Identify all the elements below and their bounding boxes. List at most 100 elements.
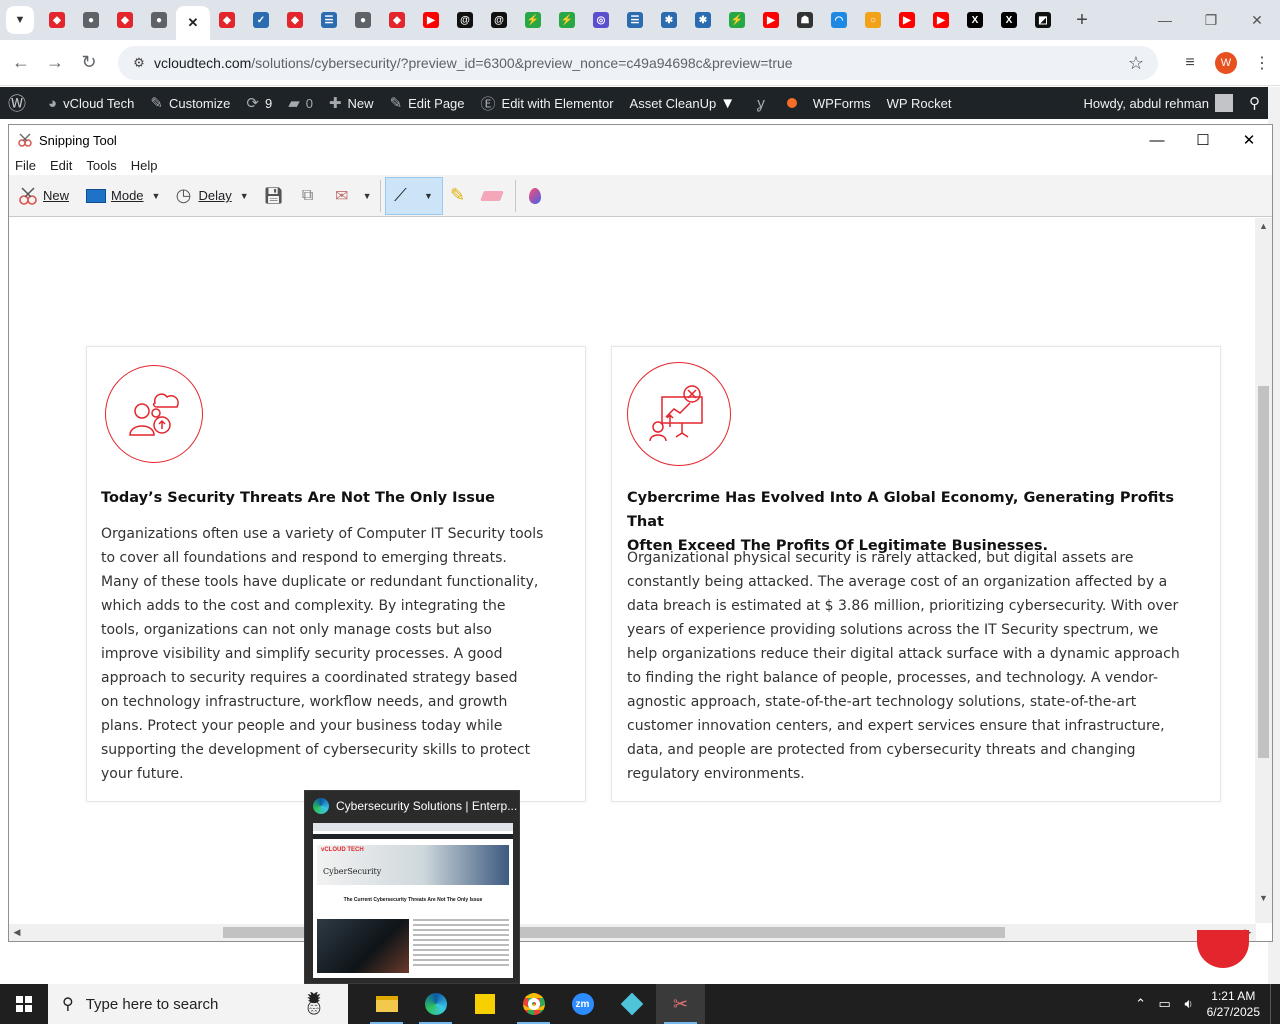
browser-tab[interactable]: ●: [142, 4, 176, 36]
browser-tab[interactable]: ☰: [312, 4, 346, 36]
delay-dropdown-icon[interactable]: ▼: [240, 191, 249, 201]
volume-icon[interactable]: 🔉︎: [1177, 996, 1201, 1012]
taskbar-search[interactable]: ⚲ Type here to search 🍍︎: [48, 984, 348, 1024]
browser-tab[interactable]: X: [958, 4, 992, 36]
save-button[interactable]: 💾︎: [259, 178, 293, 214]
wp-yoast-icon[interactable]: ỿ: [749, 87, 779, 119]
send-dropdown-icon[interactable]: ▼: [363, 191, 372, 201]
browser-tab[interactable]: ◩: [1026, 4, 1060, 36]
browser-tab[interactable]: ◆: [380, 4, 414, 36]
snip-horizontal-scrollbar[interactable]: ◀ ▶: [9, 924, 1256, 941]
menu-file[interactable]: File: [15, 158, 36, 173]
browser-tab[interactable]: ◆: [108, 4, 142, 36]
snip-minimize-button[interactable]: —: [1134, 125, 1180, 155]
scroll-thumb[interactable]: [1258, 386, 1269, 758]
wp-new[interactable]: ✚ New: [321, 87, 382, 119]
clock[interactable]: 1:21 AM 6/27/2025: [1207, 988, 1260, 1020]
browser-tab[interactable]: ▶: [924, 4, 958, 36]
restore-button[interactable]: ❐: [1188, 0, 1234, 40]
zoom-icon[interactable]: zm: [558, 984, 607, 1024]
wp-customize[interactable]: ✎ Customize: [142, 87, 238, 119]
scroll-up-icon[interactable]: ▲: [1255, 218, 1272, 234]
browser-tab[interactable]: ▶: [754, 4, 788, 36]
wp-status-dot[interactable]: [779, 87, 805, 119]
network-icon[interactable]: ▭: [1153, 996, 1177, 1012]
browser-tab[interactable]: ●: [74, 4, 108, 36]
snipping-tool-icon[interactable]: ✂: [656, 984, 705, 1024]
browser-tab[interactable]: ⚡: [550, 4, 584, 36]
app-diamond-icon[interactable]: [607, 984, 656, 1024]
minimize-button[interactable]: —: [1142, 0, 1188, 40]
wp-edit-page[interactable]: ✎ Edit Page: [382, 87, 473, 119]
menu-help[interactable]: Help: [131, 158, 158, 173]
scroll-left-icon[interactable]: ◀: [9, 924, 25, 941]
new-tab-button[interactable]: +: [1068, 6, 1096, 34]
site-info-icon[interactable]: ⚙: [124, 55, 154, 71]
address-bar[interactable]: ⚙ vcloudtech.com/solutions/cybersecurity…: [118, 46, 1158, 80]
tray-chevron-icon[interactable]: ⌃: [1129, 996, 1153, 1012]
sticky-notes-icon[interactable]: [460, 984, 509, 1024]
snip-vertical-scrollbar[interactable]: ▲ ▼: [1255, 218, 1272, 923]
browser-tab[interactable]: ✱: [686, 4, 720, 36]
browser-tab-active[interactable]: ✕: [176, 6, 210, 40]
taskbar-window-preview[interactable]: Cybersecurity Solutions | Enterp... vCLO…: [304, 790, 520, 984]
delay-button[interactable]: ◷ Delay ▼: [168, 178, 252, 214]
browser-tab[interactable]: X: [992, 4, 1026, 36]
bookmark-star-icon[interactable]: ☆: [1128, 53, 1144, 74]
mode-button[interactable]: Mode ▼: [81, 178, 164, 214]
wp-search-icon[interactable]: ⚲: [1241, 87, 1268, 119]
browser-tab[interactable]: ⚡: [720, 4, 754, 36]
forward-button[interactable]: →: [38, 46, 72, 80]
wp-site-name[interactable]: ◕ vCloud Tech: [40, 87, 142, 119]
eraser-button[interactable]: [477, 178, 511, 214]
preview-thumbnail[interactable]: vCLOUD TECH CyberSecurity The Current Cy…: [313, 823, 513, 978]
browser-tab[interactable]: @: [482, 4, 516, 36]
wp-comments[interactable]: ▰ 0: [280, 87, 321, 119]
pen-dropdown-icon[interactable]: ▼: [424, 191, 433, 201]
scroll-down-icon[interactable]: ▼: [1255, 890, 1272, 906]
browser-tab[interactable]: ○: [856, 4, 890, 36]
wp-howdy[interactable]: Howdy, abdul rehman: [1076, 87, 1242, 119]
browser-tab[interactable]: ◆: [210, 4, 244, 36]
browser-tab[interactable]: ⚡: [516, 4, 550, 36]
file-explorer-icon[interactable]: [362, 984, 411, 1024]
reload-button[interactable]: ↻: [72, 46, 106, 80]
browser-tab[interactable]: ◆: [278, 4, 312, 36]
browser-tab[interactable]: ▶: [890, 4, 924, 36]
back-button[interactable]: ←: [4, 46, 38, 80]
copy-button[interactable]: ⧉: [293, 178, 327, 214]
new-snip-button[interactable]: New: [13, 178, 73, 214]
highlighter-button[interactable]: ✎: [443, 178, 477, 214]
tab-search-chevron-icon[interactable]: ▼: [6, 6, 34, 34]
edge-icon[interactable]: [411, 984, 460, 1024]
browser-tab[interactable]: ☰: [618, 4, 652, 36]
profile-avatar[interactable]: W: [1215, 52, 1237, 74]
browser-tab[interactable]: @: [448, 4, 482, 36]
mode-dropdown-icon[interactable]: ▼: [152, 191, 161, 201]
close-window-button[interactable]: ✕: [1234, 0, 1280, 40]
wp-elementor[interactable]: Ⓔ Edit with Elementor: [473, 87, 622, 119]
browser-tab[interactable]: ▶: [414, 4, 448, 36]
wp-updates[interactable]: ⟳ 9: [238, 87, 280, 119]
close-icon[interactable]: ✕: [185, 15, 201, 31]
chat-widget-button[interactable]: [1197, 930, 1249, 968]
browser-tab[interactable]: ✓: [244, 4, 278, 36]
pen-button[interactable]: ⟋ ▼: [384, 176, 443, 215]
wp-logo-icon[interactable]: Ⓦ: [0, 87, 40, 119]
snip-close-button[interactable]: ✕: [1226, 125, 1272, 155]
browser-tab[interactable]: ◆: [40, 4, 74, 36]
browser-tab[interactable]: ☗: [788, 4, 822, 36]
chrome-menu-icon[interactable]: ⋮: [1244, 46, 1280, 80]
menu-edit[interactable]: Edit: [50, 158, 72, 173]
snip-maximize-button[interactable]: ☐: [1180, 125, 1226, 155]
send-snip-button[interactable]: ✉ ▼: [327, 178, 376, 214]
menu-tools[interactable]: Tools: [86, 158, 116, 173]
wp-wprocket[interactable]: WP Rocket: [879, 87, 960, 119]
wp-asset-cleanup[interactable]: Asset CleanUp ▼: [622, 87, 750, 119]
wp-wpforms[interactable]: WPForms: [805, 87, 879, 119]
browser-tab[interactable]: ◠: [822, 4, 856, 36]
browser-tab[interactable]: ●: [346, 4, 380, 36]
start-button[interactable]: [0, 984, 48, 1024]
url-text[interactable]: vcloudtech.com/solutions/cybersecurity/?…: [154, 55, 793, 71]
paint3d-button[interactable]: [520, 178, 554, 214]
